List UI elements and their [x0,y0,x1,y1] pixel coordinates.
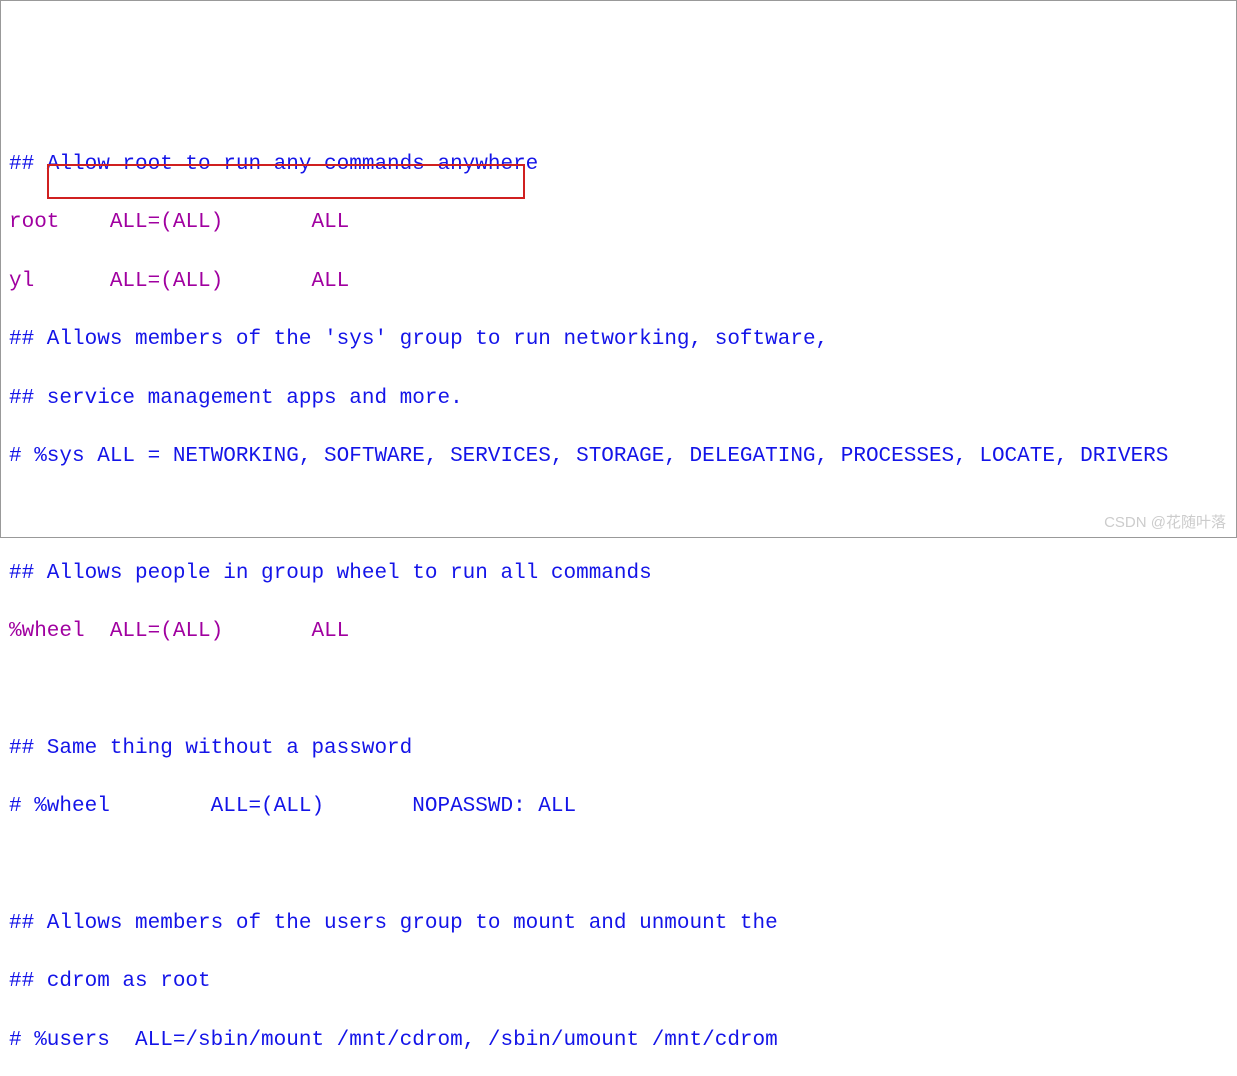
comment-text: ## Allows members of the [9,328,324,351]
watermark-text: CSDN @花随叶落 [1104,512,1226,533]
comment-text: group to run networking, software, [387,328,828,351]
comment-text: ## Allow root to run any commands anywhe… [9,153,538,176]
comment-text: ## service management apps and more. [9,387,463,410]
sudo-spec: ALL=(ALL) ALL [34,270,349,293]
comment-text: ## cdrom as root [9,970,211,993]
blank-line [9,500,1228,529]
comment-text: # %wheel ALL=(ALL) NOPASSWD: ALL [9,795,576,818]
comment-text: 'sys' [324,328,387,351]
sudo-spec: ALL=(ALL) ALL [85,620,350,643]
blank-line [9,675,1228,704]
comment-text: ## Same thing without a password [9,737,412,760]
comment-text: # %sys ALL = NETWORKING, SOFTWARE, SERVI… [9,445,1168,468]
comment-text: ## Allows members of the users group to … [9,912,778,935]
editor-area[interactable]: ## Allow root to run any commands anywhe… [9,121,1228,1076]
blank-line [9,851,1228,880]
comment-text: # %users ALL=/sbin/mount /mnt/cdrom, /sb… [9,1029,778,1052]
sudo-user-yl: yl [9,270,34,293]
comment-text: ## Allows people in group wheel to run a… [9,562,652,585]
sudo-spec: ALL=(ALL) ALL [59,211,349,234]
sudo-group-wheel: %wheel [9,620,85,643]
sudo-user-root: root [9,211,59,234]
